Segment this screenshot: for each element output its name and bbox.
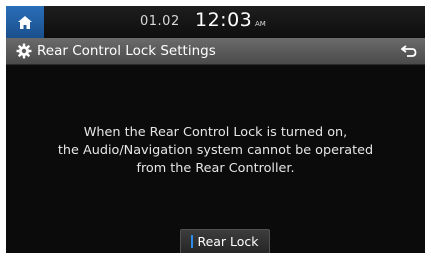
rear-lock-button[interactable]: Rear Lock [180, 229, 270, 253]
message-line: the Audio/Navigation system cannot be op… [57, 143, 374, 158]
status-clock: 12:03 [195, 9, 253, 31]
back-arrow-icon [401, 45, 417, 57]
page-title: Rear Control Lock Settings [37, 43, 216, 59]
rear-lock-label: Rear Lock [197, 234, 259, 249]
status-date: 01.02 [140, 14, 180, 29]
infotainment-screen: 01.02 12:03 AM Rear Control Lock Setting… [6, 6, 425, 253]
status-ampm: AM [255, 20, 266, 28]
status-bar: 01.02 12:03 AM [6, 6, 425, 38]
home-icon [18, 15, 32, 29]
rear-lock-indicator [191, 235, 194, 248]
title-bar: Rear Control Lock Settings [6, 38, 425, 65]
back-button[interactable] [393, 38, 425, 64]
home-button[interactable] [6, 6, 44, 38]
message-line: When the Rear Control Lock is turned on, [83, 125, 348, 140]
info-message: When the Rear Control Lock is turned on,… [6, 124, 425, 178]
gear-icon [16, 43, 32, 59]
message-line: from the Rear Controller. [136, 161, 295, 176]
